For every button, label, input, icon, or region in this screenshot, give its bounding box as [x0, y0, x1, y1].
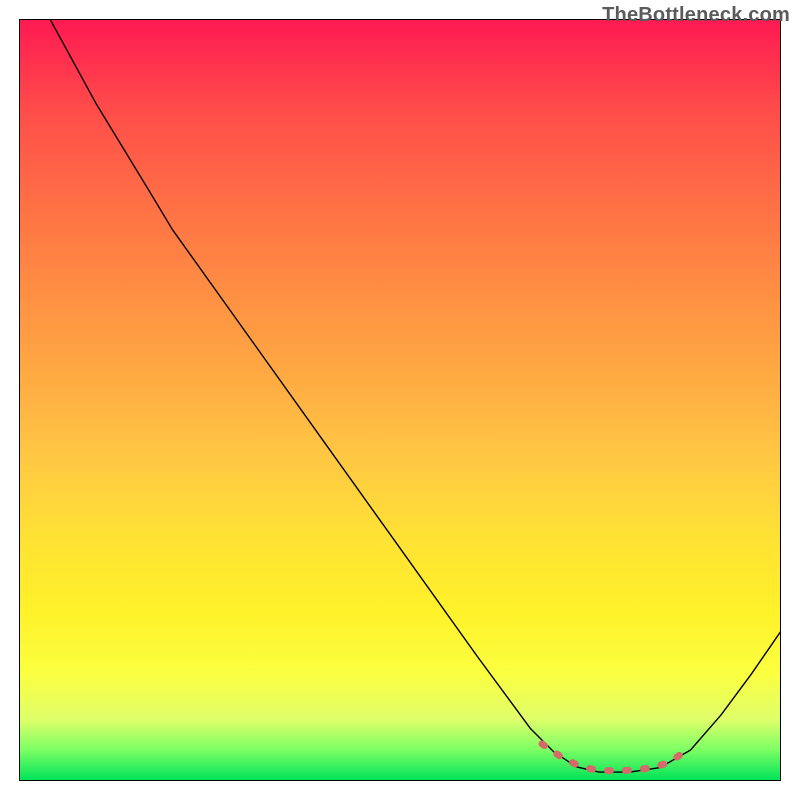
chart-stage: TheBottleneck.com: [0, 0, 800, 800]
mismatch-curve: [50, 20, 781, 772]
curve-layer: [20, 20, 781, 781]
plot-area: [19, 19, 781, 781]
watermark-label: TheBottleneck.com: [602, 4, 790, 27]
